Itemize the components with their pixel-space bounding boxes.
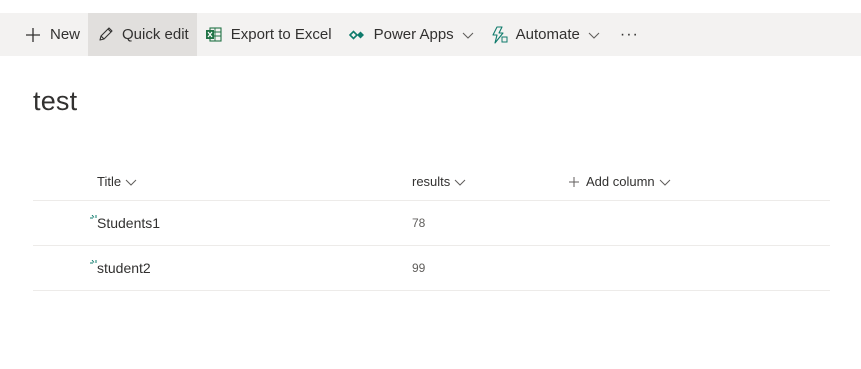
- quick-edit-label: Quick edit: [122, 26, 189, 43]
- chevron-down-icon: [454, 176, 466, 188]
- power-apps-button[interactable]: Power Apps: [340, 13, 482, 56]
- add-column-button[interactable]: Add column: [569, 174, 671, 189]
- chevron-down-icon: [659, 176, 671, 188]
- list-view: Title results Add column Students1 78 st…: [33, 163, 830, 291]
- row-results-value: 78: [412, 216, 426, 230]
- excel-icon: [205, 26, 223, 44]
- table-row[interactable]: student2 99: [33, 246, 830, 291]
- page-title: test: [33, 86, 78, 116]
- command-bar: New Quick edit Export to Excel Power App…: [0, 13, 861, 56]
- automate-icon: [490, 25, 508, 44]
- table-row[interactable]: Students1 78: [33, 201, 830, 246]
- chevron-down-icon: [588, 29, 600, 41]
- plus-icon: [24, 26, 42, 44]
- power-apps-icon: [348, 26, 366, 44]
- add-column-label: Add column: [586, 174, 655, 189]
- list-header-row: Title results Add column: [33, 163, 830, 201]
- power-apps-label: Power Apps: [373, 26, 454, 43]
- top-strip: [0, 0, 861, 13]
- export-label: Export to Excel: [230, 26, 332, 43]
- row-results-value: 99: [412, 261, 426, 275]
- quick-edit-button[interactable]: Quick edit: [88, 13, 197, 56]
- column-header-title[interactable]: Title: [97, 174, 137, 189]
- row-title-link[interactable]: student2: [97, 260, 151, 276]
- pencil-icon: [96, 26, 114, 44]
- automate-button[interactable]: Automate: [482, 13, 608, 56]
- column-header-results-label: results: [412, 174, 451, 189]
- column-header-title-label: Title: [97, 174, 122, 189]
- new-button-label: New: [50, 26, 81, 43]
- more-options-button[interactable]: ···: [608, 13, 651, 56]
- column-header-results[interactable]: results: [412, 174, 466, 189]
- automate-label: Automate: [515, 26, 580, 43]
- chevron-down-icon: [462, 29, 474, 41]
- plus-icon: [569, 176, 579, 187]
- chevron-down-icon: [125, 176, 137, 188]
- new-button[interactable]: New: [16, 13, 88, 56]
- row-title-link[interactable]: Students1: [97, 215, 160, 231]
- more-icon: ···: [619, 25, 639, 43]
- export-to-excel-button[interactable]: Export to Excel: [197, 13, 340, 56]
